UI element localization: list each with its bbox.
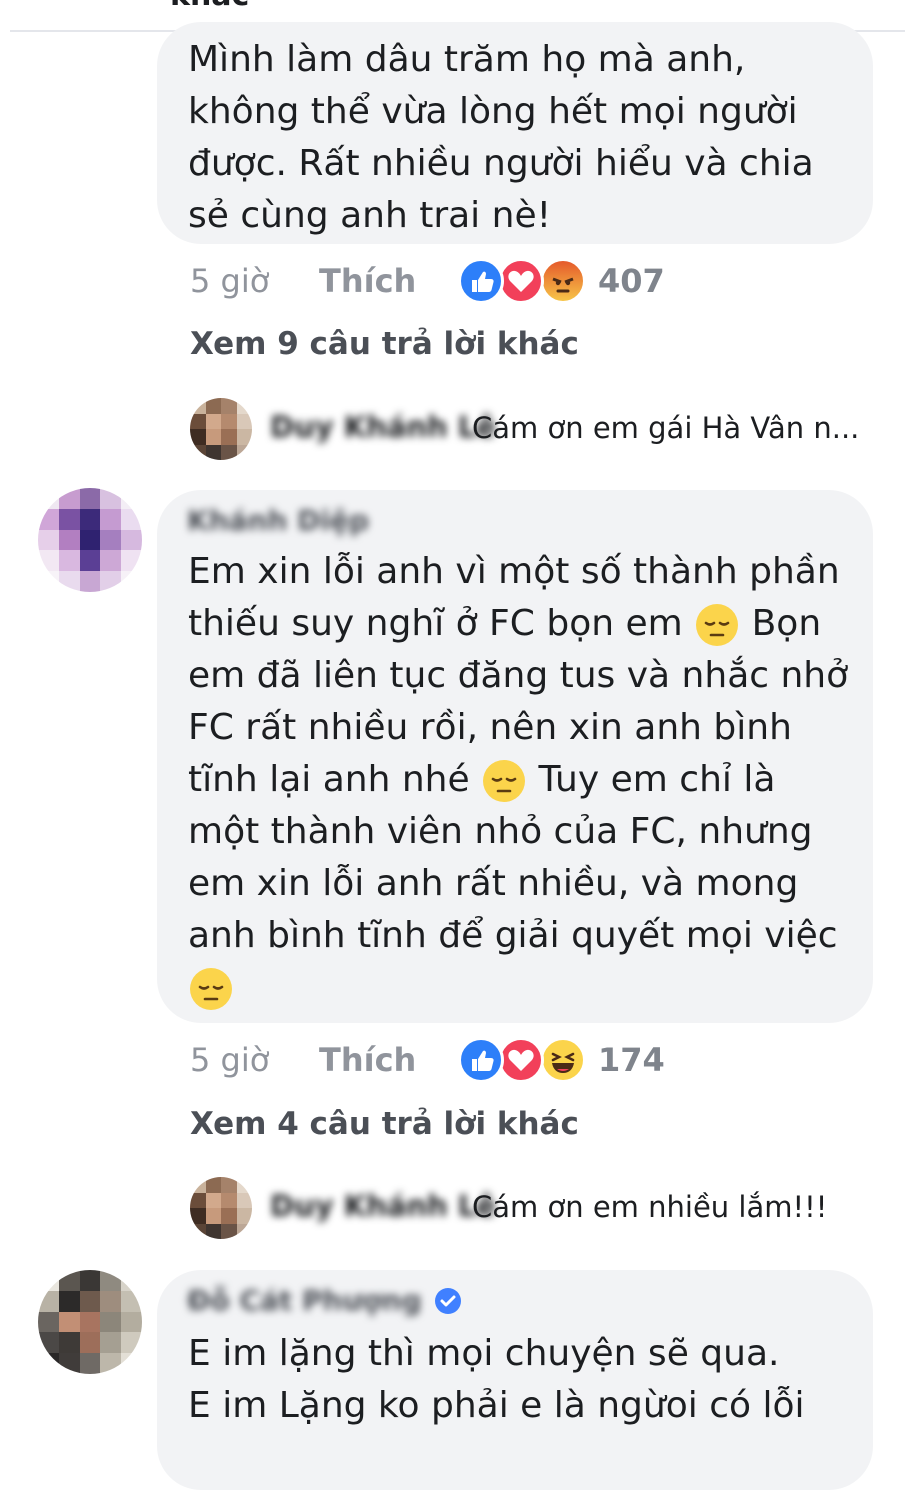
reaction-summary[interactable]: 174 xyxy=(458,1037,668,1085)
comment-text-line: Em xin lỗi anh vì một số thành phần xyxy=(188,551,840,592)
reply-avatar xyxy=(190,398,252,460)
verified-badge-icon xyxy=(434,1288,461,1314)
comment-text-line: không thể vừa lòng hết mọi người xyxy=(188,91,798,132)
angry-icon xyxy=(540,258,586,304)
sad-face-icon xyxy=(190,968,232,1010)
reply-author[interactable]: Duy Khánh Lê xyxy=(270,1189,496,1223)
comment-bubble[interactable]: Mình làm dâu trăm họ mà anh, không thể v… xyxy=(157,22,873,244)
reply-text: Cám ơn em nhiều lắm!!! xyxy=(472,1190,828,1224)
sad-face-icon xyxy=(696,604,739,646)
love-icon xyxy=(498,1037,544,1083)
comment-text-line: một thành viên nhỏ của FC, nhưng xyxy=(188,811,813,852)
comment-text-line: tĩnh lại anh nhé Tuy em chỉ là xyxy=(188,754,848,806)
comment-text-line: em đã liên tục đăng tus và nhắc nhở xyxy=(188,655,849,696)
comment-text-line xyxy=(188,962,848,1014)
comment-bubble[interactable]: Khánh Diệp Em xin lỗi anh vì một số thàn… xyxy=(157,490,873,1023)
like-button[interactable]: Thích xyxy=(319,1041,416,1079)
love-icon xyxy=(498,258,544,304)
reply-preview[interactable]: Duy Khánh Lê Cám ơn em nhiều lắm!!! xyxy=(190,1177,880,1239)
commenter-avatar[interactable] xyxy=(38,488,142,592)
like-icon xyxy=(458,1037,504,1083)
reaction-summary[interactable]: 407 xyxy=(458,258,668,306)
view-more-replies-link[interactable]: Xem 9 câu trả lời khác xyxy=(190,326,579,362)
reaction-count: 174 xyxy=(598,1041,665,1079)
comment-text-line: FC rất nhiều rồi, nên xin anh bình xyxy=(188,707,792,748)
comment-text-line: anh bình tĩnh để giải quyết mọi việc xyxy=(188,915,838,956)
comment-timestamp[interactable]: 5 giờ xyxy=(190,262,269,300)
reply-avatar xyxy=(190,1177,252,1239)
commenter-avatar[interactable] xyxy=(38,1270,142,1374)
comment-timestamp[interactable]: 5 giờ xyxy=(190,1041,269,1079)
like-icon xyxy=(458,258,504,304)
comment-text-line: E im Lặng ko phải e là ngừoi có lỗi xyxy=(188,1385,805,1426)
previous-text-fragment: khác xyxy=(170,0,249,13)
comment-text-line: sẻ cùng anh trai nè! xyxy=(188,195,552,236)
view-more-replies-link[interactable]: Xem 4 câu trả lời khác xyxy=(190,1106,579,1142)
comment-text-line: Mình làm dâu trăm họ mà anh, xyxy=(188,39,746,80)
reaction-count: 407 xyxy=(598,262,665,300)
comment-author[interactable]: Đỗ Cát Phượng xyxy=(187,1284,422,1317)
reply-text: Cám ơn em gái Hà Vân n... xyxy=(472,411,860,445)
comment-text-line: em xin lỗi anh rất nhiều, và mong xyxy=(188,863,799,904)
comment-author[interactable]: Khánh Diệp xyxy=(187,504,369,537)
comment-bubble[interactable]: Đỗ Cát Phượng E im lặng thì mọi chuyện s… xyxy=(157,1270,873,1490)
reply-author[interactable]: Duy Khánh Lê xyxy=(270,410,496,444)
comment-text-line: được. Rất nhiều người hiểu và chia xyxy=(188,143,814,184)
sad-face-icon xyxy=(483,760,526,802)
like-button[interactable]: Thích xyxy=(319,262,416,300)
reply-preview[interactable]: Duy Khánh Lê Cám ơn em gái Hà Vân n... xyxy=(190,398,880,460)
haha-icon xyxy=(540,1037,586,1083)
comment-text-line: thiếu suy nghĩ ở FC bọn em Bọn xyxy=(188,598,848,650)
comment-text-line: E im lặng thì mọi chuyện sẽ qua. xyxy=(188,1333,780,1374)
